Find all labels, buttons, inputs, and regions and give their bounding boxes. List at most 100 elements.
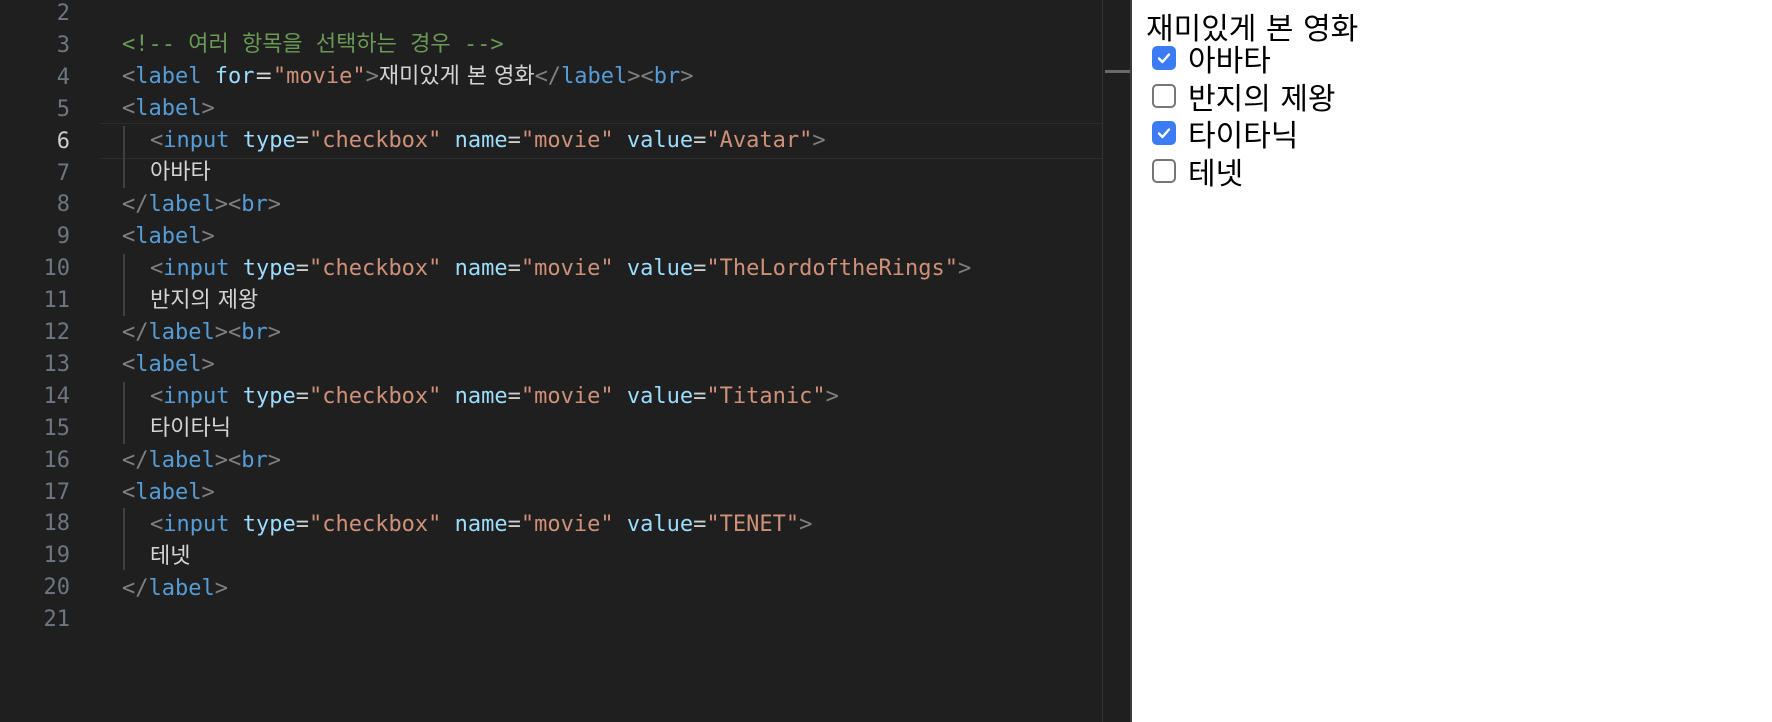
punc: >< [627,64,654,89]
punc: > [267,320,281,345]
attr-name: value [626,256,694,281]
punc: < [150,512,164,537]
punc: >< [214,192,242,217]
attr-name: type [242,128,296,153]
checkbox-item[interactable]: 타이타닉 [1152,113,1298,154]
code-line-7: 아바타 [150,155,211,191]
checkbox-label[interactable]: 테넷 [1188,149,1243,193]
tag-name: input [163,512,230,537]
punc: </ [122,576,149,601]
punc: > [201,224,215,249]
attr-name: for [214,64,255,89]
attr-value: "checkbox" [308,512,442,537]
attr-value: "TENET" [706,512,800,537]
code-line-5: <label> [122,91,215,127]
tag-name: br [241,192,268,217]
tag-name: label [135,352,202,377]
punc: < [150,384,164,409]
punc: < [150,256,164,281]
tag-name: label [148,192,215,217]
code-line-4: <label for="movie">재미있게 본 영화</label><br> [122,59,694,95]
code-line-8: </label><br> [122,187,281,223]
attr-name: name [454,128,508,153]
checkbox-item[interactable]: 테넷 [1152,149,1243,193]
text-node: 타이타닉 [150,416,231,441]
punc: < [122,96,136,121]
attr-value: "checkbox" [308,128,442,153]
punc: < [122,352,136,377]
code-line-15: 타이타닉 [150,411,231,447]
attr-value: "movie" [520,512,614,537]
punc: > [267,448,281,473]
tag-name: label [561,64,628,89]
code-editor[interactable]: 2 3 4 5 6 7 8 9 10 11 12 13 14 15 16 17 18 19 20 21 <!-- 여러… [0,0,1132,722]
attr-name: value [626,384,694,409]
code-line-13: <label> [122,347,215,383]
punc: < [122,64,136,89]
minimap-marker[interactable] [1105,70,1131,73]
checkbox[interactable] [1152,46,1176,70]
code-line-17: <label> [122,475,215,511]
attr-value: "movie" [520,384,614,409]
attr-value: "Titanic" [706,384,826,409]
punc: </ [122,192,149,217]
html-comment: <!-- 여러 항목을 선택하는 경우 --> [122,32,504,57]
attr-name: name [454,256,508,281]
code-line-14: <input type="checkbox" name="movie" valu… [150,384,839,409]
code-line-6: <input type="checkbox" name="movie" valu… [150,128,826,153]
checkbox[interactable] [1152,158,1176,183]
tag-name: label [135,96,202,121]
tag-name: label [148,576,215,601]
punc: </ [122,320,149,345]
punc: > [201,96,215,121]
attr-name: name [454,512,508,537]
tag-name: label [135,224,202,249]
attr-name: type [242,256,296,281]
punc: </ [122,448,149,473]
tag-name: br [241,320,268,345]
punc: >< [214,320,242,345]
tag-name: label [148,320,215,345]
code-line-10: <input type="checkbox" name="movie" valu… [150,256,972,281]
punc: > [812,128,826,153]
editor-ruler [1102,0,1103,722]
checkbox[interactable] [1152,83,1176,108]
attr-value: "movie" [272,64,366,89]
punc: > [365,64,379,89]
checkbox-item[interactable]: 아바타 [1152,38,1271,79]
indent-guide [123,382,125,444]
attr-name: name [454,384,508,409]
checkmark-icon [1157,53,1171,64]
tag-name: input [163,384,230,409]
indent-guide [123,508,125,570]
text-node: 아바타 [150,160,211,185]
code-line-18: <input type="checkbox" name="movie" valu… [150,512,813,537]
attr-name: value [626,512,694,537]
equals: = [254,64,273,89]
tag-name: input [163,256,230,281]
tag-name: br [241,448,268,473]
attr-value: "movie" [520,256,614,281]
checkbox[interactable] [1152,121,1176,145]
tag-name: input [163,128,230,153]
punc: > [958,256,972,281]
punc: > [680,64,694,89]
attr-value: "movie" [520,128,614,153]
checkbox-item[interactable]: 반지의 제왕 [1152,76,1336,117]
tag-name: label [148,448,215,473]
tag-name: label [135,480,202,505]
attr-value: "checkbox" [308,256,442,281]
text-node: 반지의 제왕 [150,288,259,313]
code-area[interactable]: <!-- 여러 항목을 선택하는 경우 --> <label for="movi… [0,0,1102,722]
attr-name: value [626,128,694,153]
punc: < [122,224,136,249]
text-node: 테넷 [150,544,191,569]
punc: > [201,480,215,505]
text-node: 재미있게 본 영화 [378,64,535,89]
attr-value: "Avatar" [706,128,813,153]
indent-guide [123,126,125,188]
code-line-3: <!-- 여러 항목을 선택하는 경우 --> [122,27,504,63]
attr-name: type [242,384,296,409]
punc: < [150,128,164,153]
attr-value: "checkbox" [308,384,442,409]
